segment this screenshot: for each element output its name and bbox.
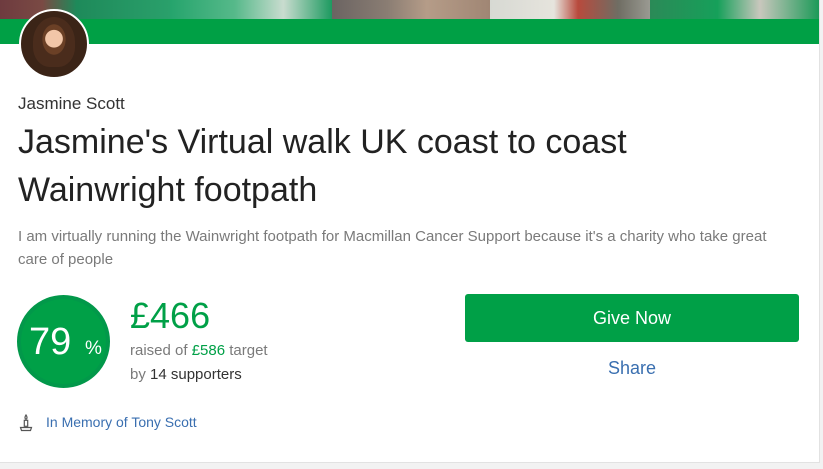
target-suffix: target (225, 342, 268, 359)
progress-percent: 79 (29, 321, 72, 363)
supporters-prefix: by (130, 366, 151, 383)
target-amount: £586 (191, 342, 226, 359)
avatar (19, 9, 89, 79)
banner-photo (170, 0, 332, 19)
page-description: I am virtually running the Wainwright fo… (18, 228, 767, 268)
supporters-count: 14 supporters (150, 366, 242, 383)
raised-prefix: raised of (130, 342, 192, 359)
in-memory-link[interactable]: In Memory of Tony Scott (46, 414, 197, 430)
banner-stripe (0, 19, 819, 44)
fundraiser-owner-name: Jasmine Scott (18, 94, 125, 113)
cover-banner (0, 0, 819, 44)
raised-amount: £466 (130, 295, 211, 336)
supporters-line: by 14 supporters (130, 366, 242, 383)
progress-ring: 79 % (17, 295, 110, 388)
banner-photo (650, 0, 819, 19)
page-title: Jasmine's Virtual walk UK coast to coast… (18, 123, 627, 209)
banner-photo (0, 0, 170, 19)
fundraising-page-card: Jasmine Scott Jasmine's Virtual walk UK … (0, 0, 820, 463)
banner-photo (332, 0, 490, 19)
progress-percent-sign: % (85, 338, 102, 359)
banner-photo (490, 0, 650, 19)
raised-of-target: raised of £586 target (130, 342, 268, 359)
give-now-button[interactable]: Give Now (465, 294, 799, 342)
memorial-candle-icon (19, 414, 33, 432)
share-link[interactable]: Share (465, 355, 799, 381)
avatar-portrait (33, 17, 75, 67)
